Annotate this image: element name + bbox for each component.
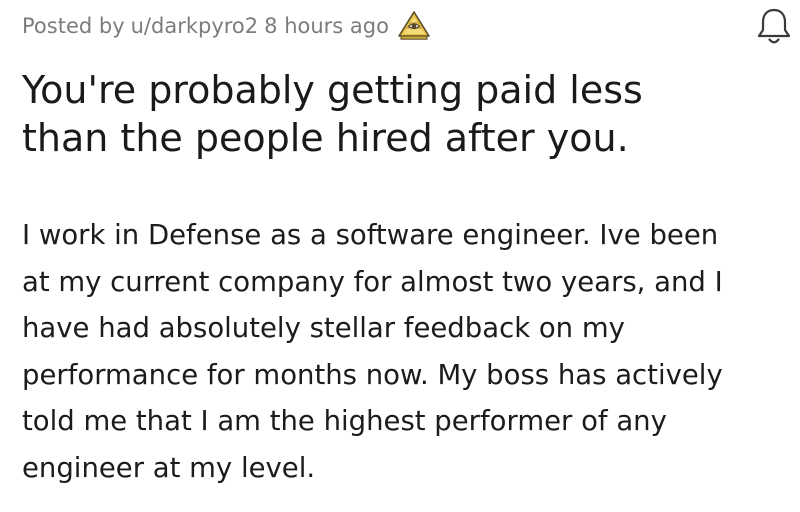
post-title-line: You're probably getting paid less [22,68,643,112]
author-username[interactable]: u/darkpyro2 [131,14,259,38]
post-body-line: performance for months now. My boss has … [22,358,723,391]
post-body-line: have had absolutely stellar feedback on … [22,312,625,344]
posted-by-label: Posted by [22,14,125,38]
post-body-line: engineer at my level. [22,451,316,484]
post-title[interactable]: You're probably getting paid less than t… [22,66,782,162]
post-meta: Posted by u/darkpyro2 8 hours ago [22,8,431,44]
post-body-line: I work in Defense as a software engineer… [22,219,719,251]
reddit-post: Posted by u/darkpyro2 8 hours ago You're… [0,0,800,512]
post-body: I work in Defense as a software engineer… [22,212,782,491]
post-body-line: at my current company for almost two yea… [22,265,723,298]
post-title-line: than the people hired after you. [22,116,629,160]
illuminati-award-icon[interactable] [397,9,431,43]
post-body-line: told me that I am the highest performer … [22,405,667,437]
post-timestamp: 8 hours ago [264,14,389,38]
bell-icon[interactable] [754,6,794,48]
